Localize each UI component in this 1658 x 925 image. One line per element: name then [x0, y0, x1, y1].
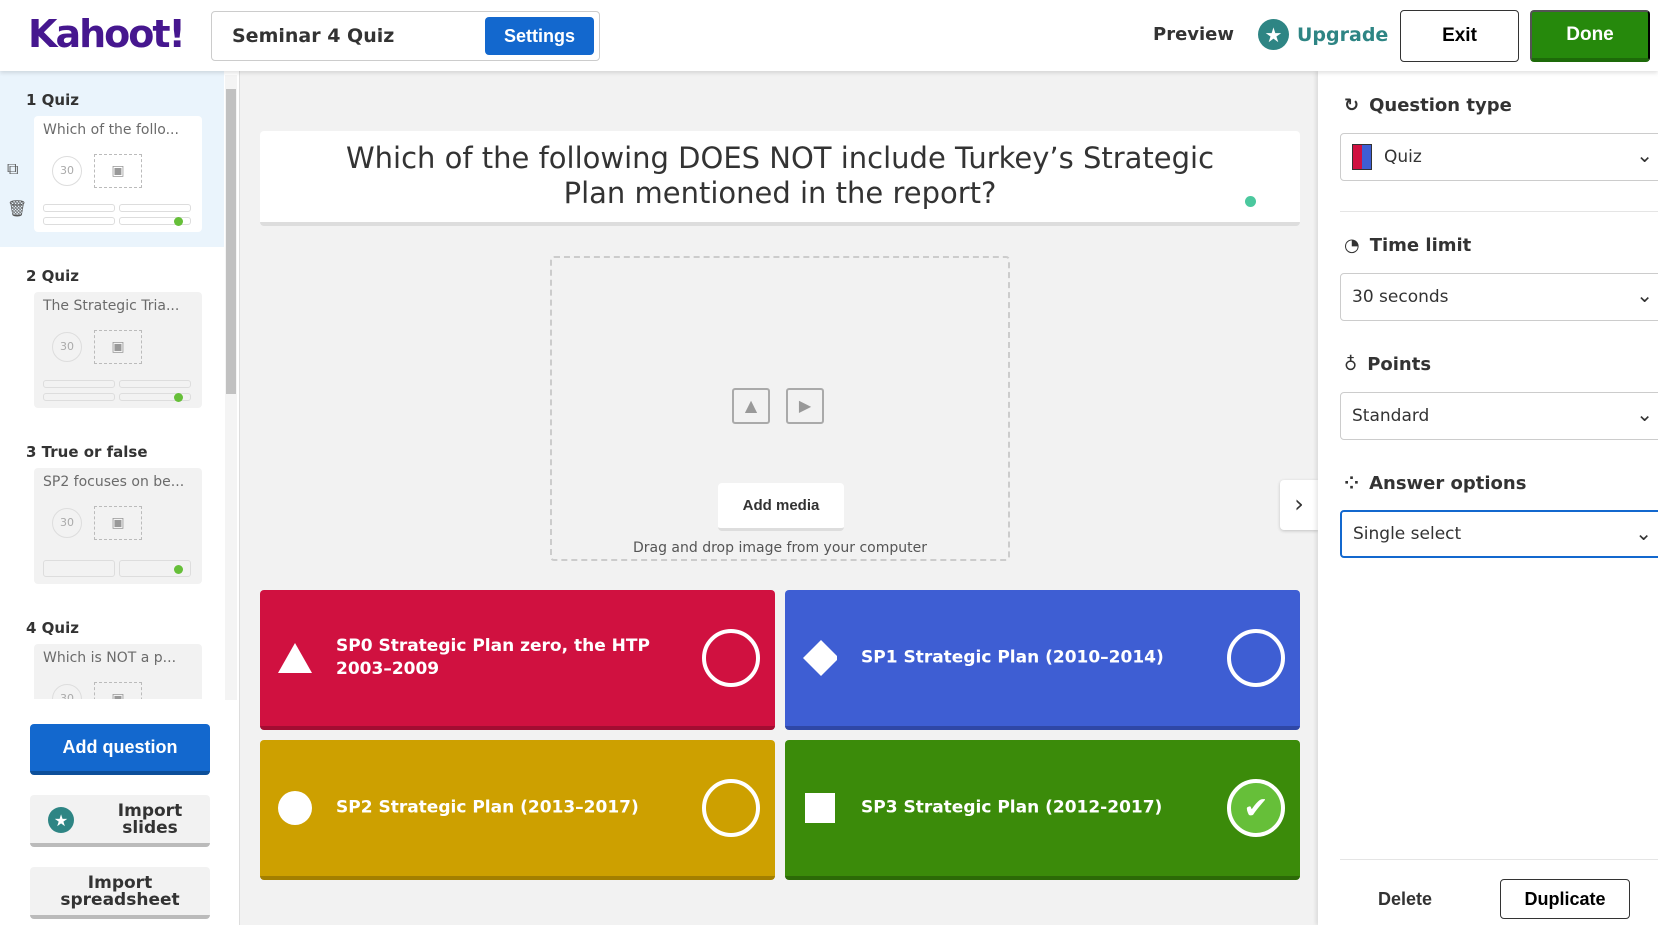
slide-label: 2 Quiz: [26, 267, 79, 285]
done-button[interactable]: Done: [1530, 10, 1650, 62]
chevron-right-icon[interactable]: ›: [1280, 480, 1318, 530]
answer-text[interactable]: SP3 Strategic Plan (2012-2017): [861, 797, 1201, 820]
diamond-icon: [803, 640, 837, 676]
video-icon: ▶: [786, 388, 824, 424]
quiz-title-field[interactable]: Seminar 4 Quiz Settings: [211, 11, 600, 61]
slide-item[interactable]: 1 Quiz ⧉ 🗑 Which of the follo... 30 ▣: [0, 71, 224, 247]
kahoot-logo[interactable]: Kahoot!: [28, 12, 186, 56]
correct-dot: [174, 565, 183, 574]
header: Kahoot! Seminar 4 Quiz Settings Preview …: [0, 0, 1658, 71]
correct-dot: [174, 393, 183, 402]
trash-icon[interactable]: 🗑: [7, 199, 27, 218]
clock-icon: ◔: [1344, 235, 1360, 256]
answer-text[interactable]: SP0 Strategic Plan zero, the HTP 2003–20…: [336, 635, 676, 681]
slide-time: 30: [52, 684, 82, 699]
slide-text: The Strategic Tria...: [43, 298, 180, 314]
slide-item[interactable]: 4 Quiz Which is NOT a p... 30 ▣: [0, 599, 224, 699]
image-icon: ▲: [732, 388, 770, 424]
media-dropzone[interactable]: ▲ ▶ Add media Drag and drop image from yo…: [550, 256, 1010, 561]
question-type-select[interactable]: Quiz ⌄: [1340, 133, 1658, 181]
slide-text: Which of the follo...: [43, 122, 179, 138]
answer-2[interactable]: SP1 Strategic Plan (2010–2014): [785, 590, 1300, 730]
slide-label: 4 Quiz: [26, 619, 79, 637]
upgrade-label: Upgrade: [1297, 23, 1389, 46]
quiz-title: Seminar 4 Quiz: [232, 25, 395, 47]
slide-label: 1 Quiz: [26, 91, 79, 109]
slide-thumbnail[interactable]: The Strategic Tria... 30 ▣: [34, 292, 202, 408]
time-limit-select[interactable]: 30 seconds ⌄: [1340, 273, 1658, 321]
image-icon: ▣: [94, 330, 142, 364]
award-icon: ♁: [1344, 354, 1358, 375]
correct-dot: [174, 217, 183, 226]
answer-1[interactable]: SP0 Strategic Plan zero, the HTP 2003–20…: [260, 590, 775, 730]
editor-canvas: Which of the following DOES NOT include …: [240, 71, 1318, 925]
triangle-icon: [278, 641, 312, 675]
slide-thumbnail[interactable]: Which of the follo... 30 ▣: [34, 116, 202, 232]
sidebar-scrollbar[interactable]: [225, 75, 237, 700]
delete-button[interactable]: Delete: [1378, 889, 1432, 910]
image-icon: ▣: [94, 682, 142, 699]
chevron-down-icon: ⌄: [1635, 521, 1652, 545]
answer-options-select[interactable]: Single select ⌄: [1340, 510, 1658, 558]
question-type-heading: ↻ Question type: [1344, 95, 1512, 116]
slide-label: 3 True or false: [26, 443, 148, 461]
correct-toggle[interactable]: [702, 629, 760, 687]
slide-thumbnail[interactable]: Which is NOT a p... 30 ▣: [34, 644, 202, 699]
quiz-icon: [1352, 144, 1372, 170]
slide-time: 30: [52, 332, 82, 362]
star-icon: ★: [1258, 19, 1289, 50]
question-input[interactable]: Which of the following DOES NOT include …: [260, 131, 1300, 226]
import-slides-label: Import slides: [117, 801, 183, 838]
question-type-icon: ↻: [1344, 95, 1360, 116]
slide-sidebar: 1 Quiz ⧉ 🗑 Which of the follo... 30 ▣ 2 …: [0, 71, 240, 925]
image-icon: ▣: [94, 154, 142, 188]
settings-panel: ↻ Question type Quiz ⌄ ◔ Time limit 30 seco…: [1318, 71, 1658, 925]
star-icon: ★: [48, 807, 74, 833]
status-dot: [1245, 196, 1256, 207]
slide-text: Which is NOT a p...: [43, 650, 177, 666]
drag-hint: Drag and drop image from your computer: [632, 540, 927, 556]
chevron-down-icon: ⌄: [1636, 402, 1653, 426]
image-icon: ▣: [94, 506, 142, 540]
slide-thumbnail[interactable]: SP2 focuses on be... 30 ▣: [34, 468, 202, 584]
chevron-down-icon: ⌄: [1636, 143, 1653, 167]
square-icon: [803, 791, 837, 825]
answer-options-icon: ⁘: [1344, 473, 1360, 494]
points-select[interactable]: Standard ⌄: [1340, 392, 1658, 440]
import-slides-button[interactable]: ★ Import slides: [30, 795, 210, 847]
time-limit-heading: ◔ Time limit: [1344, 235, 1472, 256]
slide-item[interactable]: 2 Quiz The Strategic Tria... 30 ▣: [0, 247, 224, 423]
preview-button[interactable]: Preview: [1153, 24, 1234, 45]
answer-text[interactable]: SP1 Strategic Plan (2010–2014): [861, 647, 1201, 670]
duplicate-button[interactable]: Duplicate: [1500, 879, 1630, 919]
duplicate-icon[interactable]: ⧉: [7, 159, 18, 179]
slide-item[interactable]: 3 True or false SP2 focuses on be... 30 …: [0, 423, 224, 599]
settings-button[interactable]: Settings: [485, 17, 594, 55]
add-question-button[interactable]: Add question: [30, 724, 210, 775]
correct-toggle[interactable]: [1227, 629, 1285, 687]
circle-icon: [278, 791, 312, 825]
upgrade-button[interactable]: ★ Upgrade: [1258, 19, 1388, 50]
answer-4[interactable]: SP3 Strategic Plan (2012-2017) ✔: [785, 740, 1300, 880]
answer-3[interactable]: SP2 Strategic Plan (2013–2017): [260, 740, 775, 880]
answer-options-heading: ⁘ Answer options: [1344, 473, 1527, 494]
import-spreadsheet-button[interactable]: Import spreadsheet: [30, 867, 210, 919]
correct-toggle[interactable]: [702, 779, 760, 837]
slide-time: 30: [52, 156, 82, 186]
add-media-button[interactable]: Add media: [718, 483, 844, 531]
answer-text[interactable]: SP2 Strategic Plan (2013–2017): [336, 797, 676, 820]
exit-button[interactable]: Exit: [1400, 10, 1519, 62]
slide-time: 30: [52, 508, 82, 538]
slide-text: SP2 focuses on be...: [43, 474, 185, 490]
question-text: Which of the following DOES NOT include …: [345, 141, 1215, 210]
chevron-down-icon: ⌄: [1636, 283, 1653, 307]
points-heading: ♁ Points: [1344, 354, 1432, 375]
correct-check-icon[interactable]: ✔: [1227, 779, 1285, 837]
